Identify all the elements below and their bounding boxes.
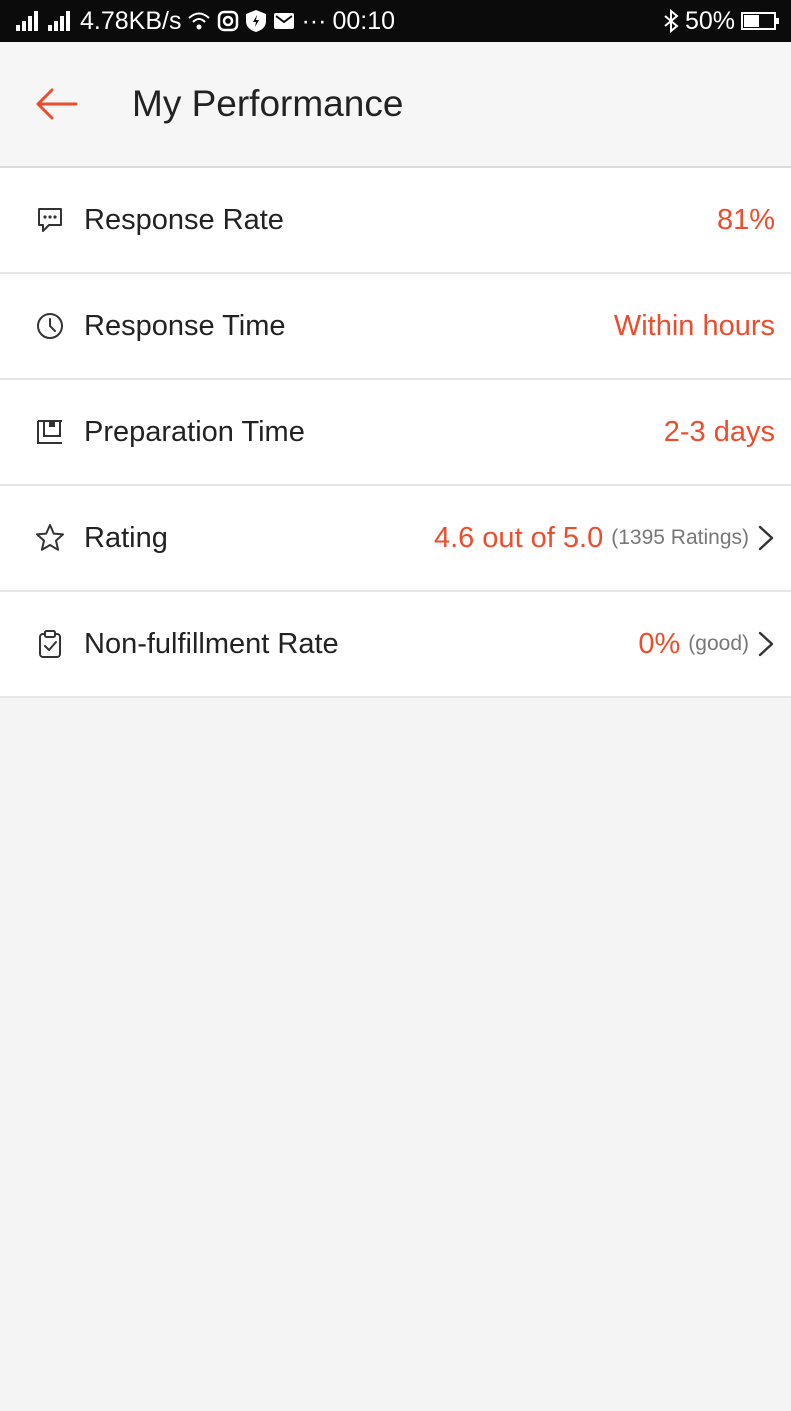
chat-bubble-icon	[34, 204, 66, 236]
chevron-right-icon	[757, 524, 775, 552]
metric-value: 81%	[716, 203, 775, 236]
metric-value: 4.6 out of 5.0	[433, 521, 604, 554]
metric-value: Within hours	[613, 309, 775, 342]
metric-value-group: Within hours	[614, 310, 775, 343]
battery-level: 50%	[684, 6, 735, 35]
metric-label: Response Rate	[84, 203, 284, 236]
app-header: My Performance	[0, 42, 791, 168]
metric-value: 2-3 days	[663, 415, 775, 448]
performance-list: Response Rate 81% Response Time Within h…	[0, 168, 791, 698]
status-bar-left: 4.78KB/s ··· 00:10	[16, 7, 395, 36]
wifi-icon	[187, 11, 211, 31]
metric-value-group: 81%	[717, 204, 775, 237]
metric-label: Rating	[84, 521, 168, 554]
arrow-left-icon	[36, 88, 78, 120]
back-button[interactable]	[26, 74, 86, 134]
instagram-icon	[217, 10, 239, 32]
metric-value: 0%	[638, 627, 681, 660]
battery-icon	[741, 11, 781, 31]
metric-row-non-fulfillment-rate[interactable]: Non-fulfillment Rate 0% (good)	[0, 592, 791, 698]
clipboard-check-icon	[34, 628, 66, 660]
more-notifications: ···	[301, 6, 327, 35]
metric-label: Response Time	[84, 309, 286, 342]
metric-row-response-rate: Response Rate 81%	[0, 168, 791, 274]
package-icon	[34, 416, 66, 448]
mail-icon	[273, 12, 295, 30]
metric-label: Preparation Time	[84, 415, 305, 448]
status-bar: 4.78KB/s ··· 00:10 50%	[0, 0, 791, 42]
clock-icon	[34, 310, 66, 342]
page-title: My Performance	[132, 83, 404, 124]
bluetooth-icon	[663, 9, 679, 33]
metric-row-response-time: Response Time Within hours	[0, 274, 791, 380]
status-bar-right: 50%	[663, 7, 781, 36]
signal-icon	[16, 11, 42, 31]
metric-sub-value: (good)	[688, 632, 749, 655]
metric-value-group: 4.6 out of 5.0 (1395 Ratings)	[434, 522, 775, 555]
signal-secondary-icon	[48, 11, 74, 31]
star-icon	[34, 522, 66, 554]
shield-icon	[245, 9, 267, 33]
metric-row-preparation-time: Preparation Time 2-3 days	[0, 380, 791, 486]
metric-row-rating[interactable]: Rating 4.6 out of 5.0 (1395 Ratings)	[0, 486, 791, 592]
network-speed: 4.78KB/s	[80, 6, 182, 35]
chevron-right-icon	[757, 630, 775, 658]
clock-time: 00:10	[332, 6, 395, 35]
metric-label: Non-fulfillment Rate	[84, 627, 339, 660]
metric-value-group: 2-3 days	[664, 416, 775, 449]
metric-value-group: 0% (good)	[638, 628, 775, 661]
metric-sub-value: (1395 Ratings)	[611, 526, 749, 549]
